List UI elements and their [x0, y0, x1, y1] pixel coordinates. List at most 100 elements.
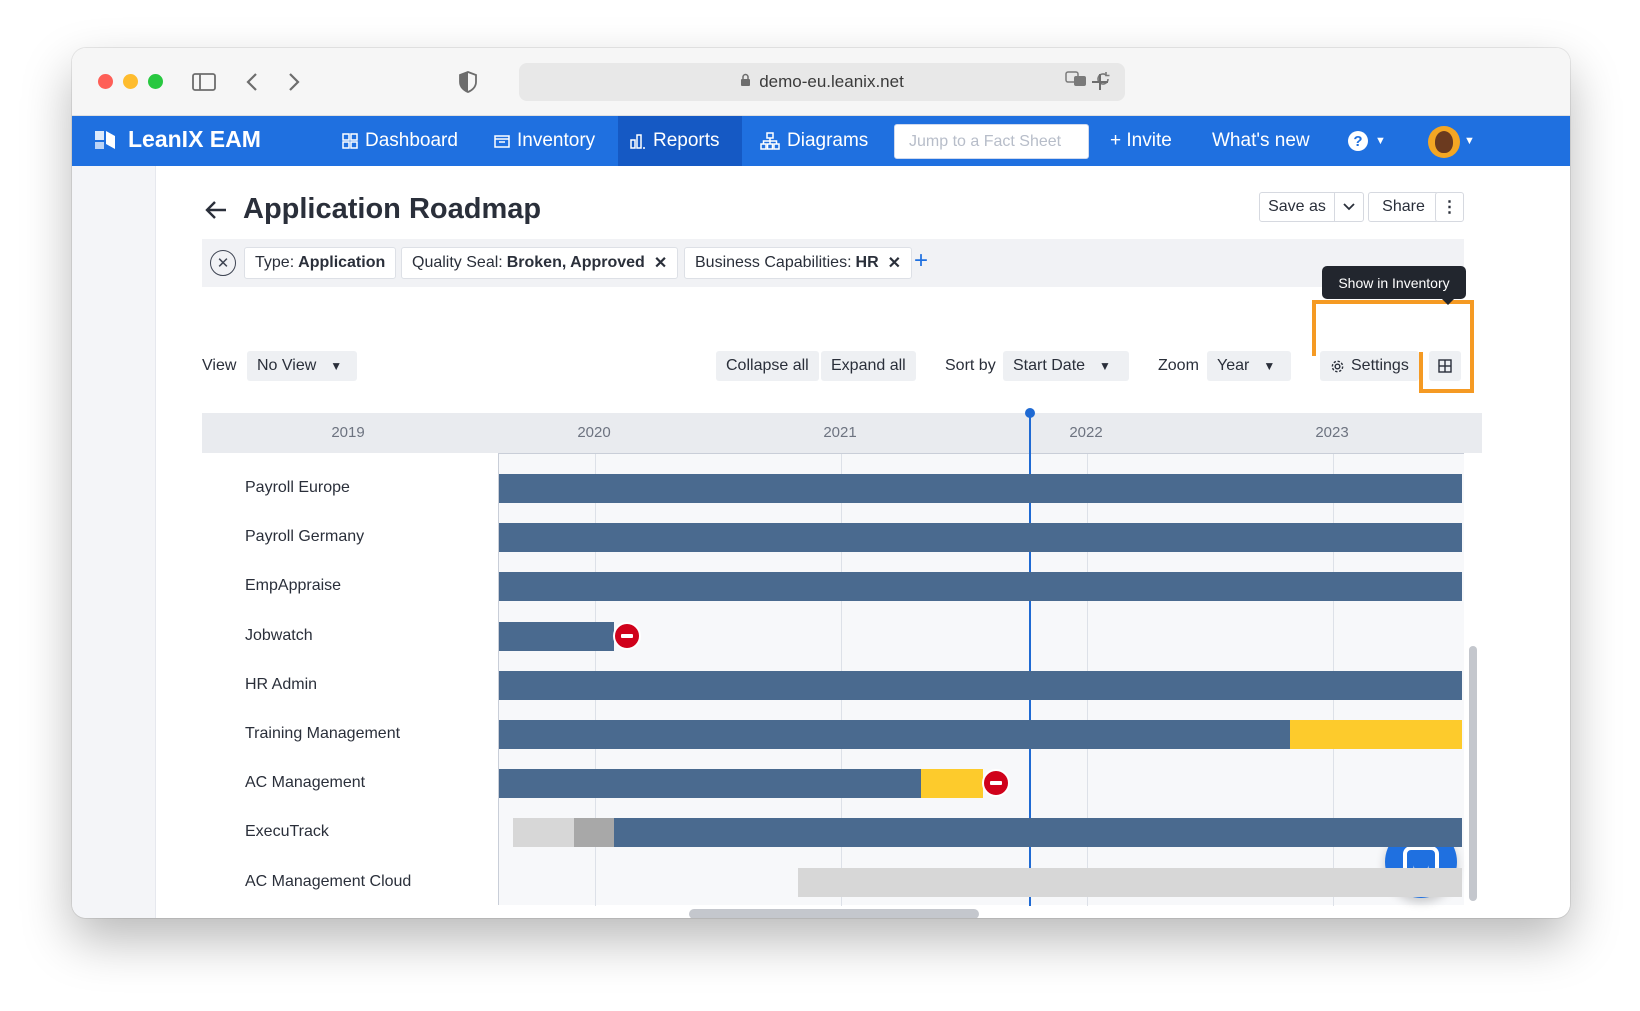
lifecycle-bar-active[interactable] — [499, 670, 1463, 700]
maximize-window-button[interactable] — [148, 74, 163, 89]
filter-key: Business Capabilities: — [695, 254, 852, 271]
page-title: Application Roadmap — [243, 193, 542, 225]
year-label: 2022 — [1069, 424, 1103, 441]
row-label[interactable]: HR Admin — [245, 676, 317, 694]
filter-bar: ✕ Type: Application Quality Seal: Broken… — [202, 239, 1464, 287]
save-as-label: Save as — [1268, 198, 1326, 215]
zoom-select[interactable]: Year ▼ — [1207, 351, 1291, 381]
row-label[interactable]: Jobwatch — [245, 627, 313, 645]
sort-by-select[interactable]: Start Date ▼ — [1003, 351, 1129, 381]
lifecycle-bar-plan[interactable] — [798, 867, 1463, 897]
row-label[interactable]: EmpAppraise — [245, 577, 341, 595]
shield-icon[interactable] — [452, 66, 484, 98]
grid-icon — [342, 133, 358, 149]
lifecycle-bar-phase-out[interactable] — [1290, 720, 1463, 749]
filter-chip-business-capabilities[interactable]: Business Capabilities: HR ✕ — [684, 247, 913, 279]
share-button[interactable]: Share — [1368, 192, 1439, 222]
lifecycle-bar-active[interactable] — [499, 720, 1291, 749]
new-tab-icon[interactable] — [1084, 66, 1116, 98]
nav-dashboard-label: Dashboard — [365, 130, 458, 151]
minimize-window-button[interactable] — [123, 74, 138, 89]
share-label: Share — [1382, 198, 1425, 215]
nav-inventory[interactable]: Inventory — [482, 116, 607, 166]
invite-label: + Invite — [1110, 130, 1172, 151]
row-label[interactable]: Payroll Europe — [245, 479, 350, 497]
end-of-life-icon[interactable] — [612, 621, 641, 650]
row-label[interactable]: AC Management — [245, 774, 365, 792]
nav-diagrams-label: Diagrams — [787, 130, 869, 151]
sidebar-toggle-icon[interactable] — [188, 66, 220, 98]
row-label[interactable]: AC Management Cloud — [245, 873, 411, 891]
brand-name: LeanIX EAM — [128, 126, 261, 152]
year-label: 2021 — [823, 424, 857, 441]
chevron-down-icon — [1343, 203, 1355, 211]
lifecycle-bar-active[interactable] — [613, 818, 1463, 848]
sort-by-label: Sort by — [945, 357, 996, 374]
report-content: Application Roadmap Save as Share ⋮ ✕ Ty… — [157, 166, 1570, 918]
timeline-axis: 2019 2020 2021 2022 2023 — [202, 413, 1482, 453]
lifecycle-bar-active[interactable] — [499, 523, 1463, 553]
avatar-chevron-down-icon[interactable]: ▼ — [1464, 135, 1475, 147]
forward-icon[interactable] — [278, 66, 310, 98]
lifecycle-bar-plan[interactable] — [512, 818, 575, 848]
help-menu[interactable]: ? ▼ — [1336, 116, 1398, 166]
filter-chip-type[interactable]: Type: Application — [244, 247, 397, 279]
chevron-down-icon: ▼ — [330, 359, 343, 373]
back-icon[interactable] — [236, 66, 268, 98]
row-label[interactable]: ExecuTrack — [245, 823, 329, 841]
filter-value: Broken, Approved — [506, 254, 645, 271]
end-of-life-icon[interactable] — [981, 769, 1010, 798]
vertical-scrollbar[interactable] — [1469, 646, 1477, 901]
lifecycle-bar-phase-out[interactable] — [921, 769, 983, 799]
row-label[interactable]: Training Management — [245, 725, 400, 743]
save-as-button[interactable]: Save as — [1259, 192, 1335, 222]
app-header: LeanIX EAM Dashboard Inventory Reports D… — [72, 116, 1570, 166]
browser-toolbar: demo-eu.leanix.net — [72, 48, 1570, 116]
clear-filters-icon[interactable]: ✕ — [210, 250, 236, 276]
chevron-down-icon: ▼ — [1099, 359, 1111, 373]
close-window-button[interactable] — [98, 74, 113, 89]
invite-button[interactable]: + Invite — [1098, 116, 1184, 166]
help-icon: ? — [1348, 131, 1368, 151]
row-label[interactable]: Payroll Germany — [245, 528, 364, 546]
back-arrow-icon[interactable] — [205, 196, 227, 227]
view-select-value: No View — [257, 357, 317, 374]
inventory-icon — [494, 135, 510, 148]
chevron-down-icon: ▼ — [1263, 359, 1276, 373]
nav-reports-label: Reports — [653, 130, 720, 151]
whats-new-label: What's new — [1212, 130, 1310, 151]
view-select[interactable]: No View ▼ — [247, 351, 357, 381]
avatar[interactable] — [1428, 126, 1460, 158]
show-in-inventory-tooltip: Show in Inventory — [1322, 266, 1466, 305]
lifecycle-bar-active[interactable] — [499, 769, 922, 799]
zoom-label: Zoom — [1158, 357, 1199, 374]
nav-reports[interactable]: Reports — [618, 116, 742, 166]
jump-to-fact-sheet-input[interactable]: Jump to a Fact Sheet — [894, 124, 1089, 159]
filter-chip-quality-seal[interactable]: Quality Seal: Broken, Approved ✕ — [401, 247, 679, 279]
browser-window: demo-eu.leanix.net LeanIX EAM Dashboard — [72, 48, 1570, 918]
horizontal-scrollbar[interactable] — [689, 909, 979, 918]
whats-new-button[interactable]: What's new — [1200, 116, 1322, 166]
collapse-all-label: Collapse all — [726, 357, 809, 374]
nav-diagrams[interactable]: Diagrams — [748, 116, 880, 166]
nav-dashboard[interactable]: Dashboard — [330, 116, 470, 166]
expand-all-button[interactable]: Expand all — [821, 351, 916, 381]
save-as-dropdown[interactable] — [1334, 192, 1364, 222]
address-bar[interactable]: demo-eu.leanix.net — [519, 63, 1125, 101]
more-options-button[interactable]: ⋮ — [1435, 192, 1464, 222]
year-label: 2019 — [331, 424, 365, 441]
lifecycle-bar-active[interactable] — [499, 474, 1463, 503]
sitemap-icon — [760, 132, 780, 150]
jump-placeholder: Jump to a Fact Sheet — [909, 132, 1062, 150]
filter-value: HR — [855, 254, 879, 271]
lifecycle-bar-phase-in[interactable] — [574, 818, 614, 848]
collapse-all-button[interactable]: Collapse all — [716, 351, 819, 381]
leanix-logo[interactable]: LeanIX EAM — [94, 126, 261, 153]
remove-filter-icon[interactable]: ✕ — [654, 253, 667, 273]
lifecycle-bar-active[interactable] — [499, 572, 1463, 602]
add-filter-button[interactable]: + — [914, 247, 928, 275]
leanix-logo-icon — [95, 130, 115, 149]
lifecycle-bar-active[interactable] — [499, 621, 614, 651]
filter-key: Type: — [255, 254, 295, 271]
remove-filter-icon[interactable]: ✕ — [888, 253, 901, 273]
